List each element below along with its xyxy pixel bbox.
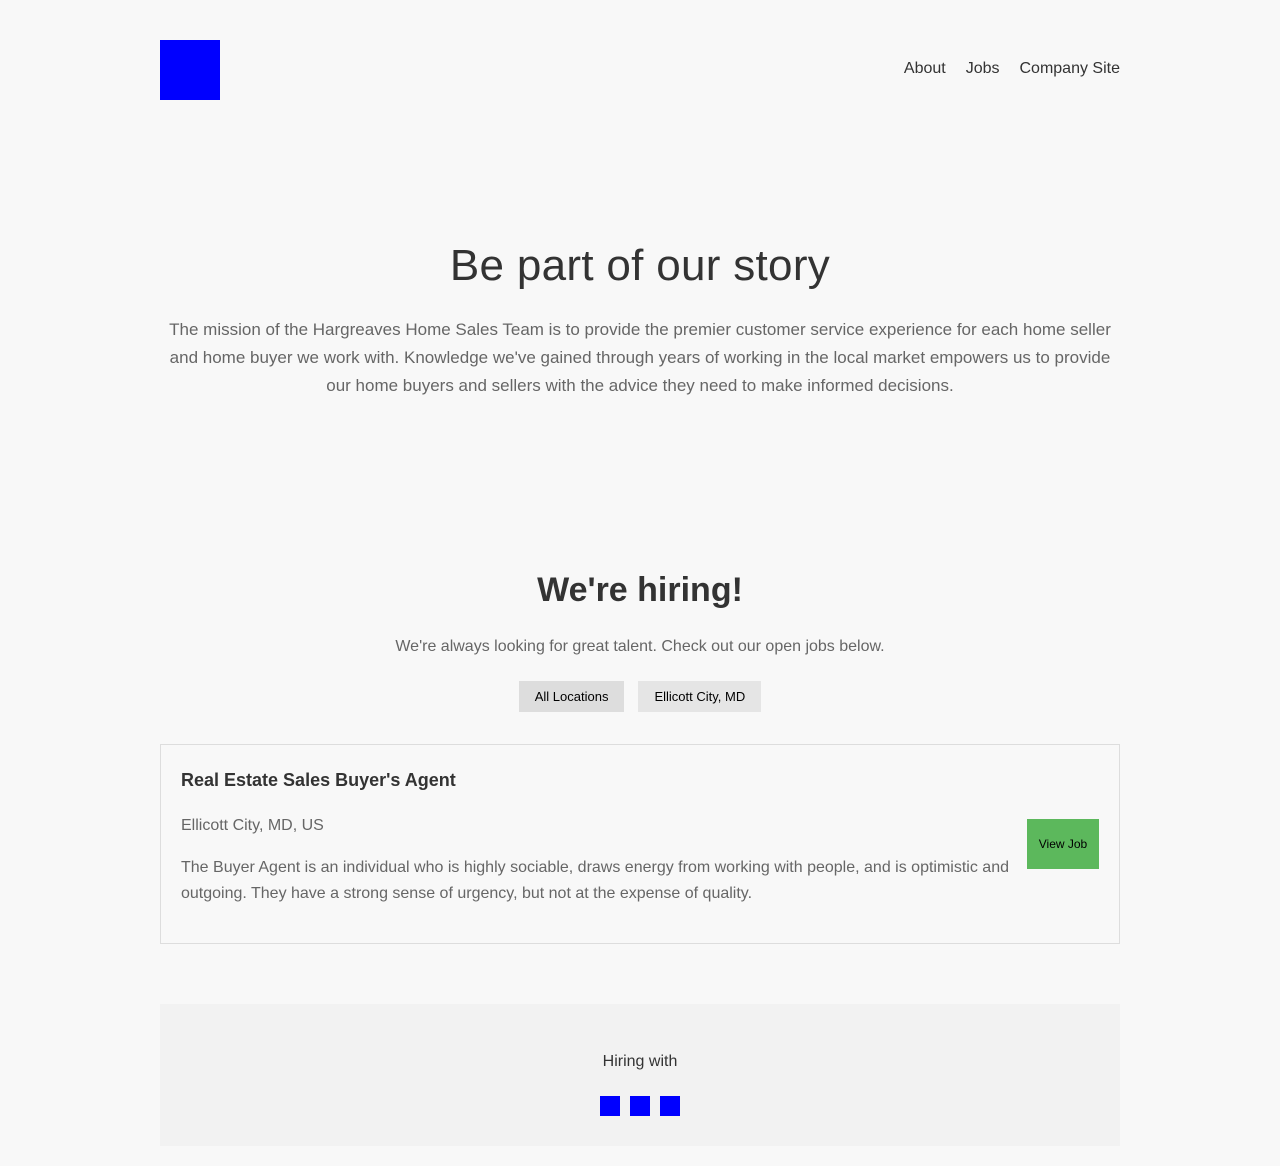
hiring-with-label: Hiring with — [602, 1053, 678, 1070]
filter-ellicott-city-button[interactable]: Ellicott City, MD — [638, 681, 762, 712]
job-title[interactable]: Real Estate Sales Buyer's Agent — [181, 765, 1099, 795]
site-header: About Jobs Company Site — [160, 40, 1120, 100]
view-job-button[interactable]: View Job — [1027, 819, 1099, 869]
hiring-section: We're hiring! We're always looking for g… — [160, 566, 1120, 712]
hero-title: Be part of our story — [449, 241, 831, 290]
nav-link-company-site[interactable]: Company Site — [1020, 59, 1121, 79]
hero-mission-text: The mission of the Hargreaves Home Sales… — [169, 320, 1111, 395]
job-card: Real Estate Sales Buyer's Agent Ellicott… — [160, 744, 1120, 944]
social-icon[interactable] — [600, 1096, 620, 1116]
social-icon[interactable] — [630, 1096, 650, 1116]
hero-section: Be part of our story The mission of the … — [160, 236, 1120, 400]
main-nav: About Jobs Company Site — [904, 59, 1120, 79]
location-filters: All Locations Ellicott City, MD — [160, 681, 1120, 712]
nav-link-about[interactable]: About — [904, 59, 946, 79]
hiring-title: We're hiring! — [537, 571, 743, 609]
filter-all-locations-button[interactable]: All Locations — [518, 681, 625, 712]
company-logo[interactable] — [160, 40, 220, 100]
hiring-subtitle: We're always looking for great talent. C… — [395, 638, 885, 655]
job-location: Ellicott City, MD, US — [181, 817, 324, 834]
site-footer: Hiring with — [160, 1004, 1120, 1146]
footer-icons — [160, 1096, 1120, 1116]
nav-link-jobs[interactable]: Jobs — [966, 59, 1000, 79]
job-description: The Buyer Agent is an individual who is … — [181, 859, 1009, 902]
social-icon[interactable] — [660, 1096, 680, 1116]
